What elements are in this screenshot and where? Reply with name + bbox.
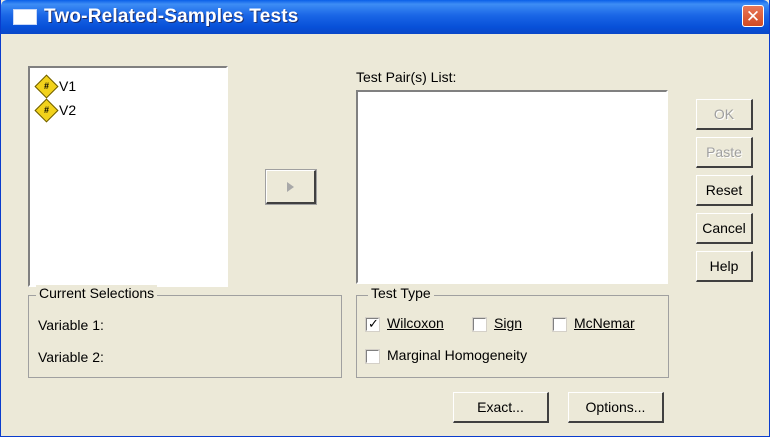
- variable-name: V2: [59, 102, 77, 118]
- paste-button[interactable]: Paste: [696, 137, 753, 168]
- list-item[interactable]: # V2: [34, 97, 77, 123]
- test-type-group: Test Type ✓ Wilcoxon Sign McNemar Margin…: [356, 285, 669, 378]
- marginal-homogeneity-label[interactable]: Marginal Homogeneity: [387, 347, 527, 363]
- mcnemar-label[interactable]: McNemar: [574, 315, 635, 331]
- checkmark-icon: ✓: [368, 316, 379, 331]
- wilcoxon-checkbox[interactable]: ✓: [365, 316, 380, 332]
- arrow-right-icon: [287, 182, 294, 192]
- source-variable-list[interactable]: # V1 # V2: [28, 66, 228, 287]
- window-icon: [13, 9, 37, 25]
- mcnemar-text: McNemar: [574, 315, 635, 331]
- numeric-variable-icon: #: [34, 97, 59, 123]
- test-pair-list-label: Test Pair(s) List:: [356, 69, 457, 85]
- cancel-button[interactable]: Cancel: [696, 213, 753, 244]
- options-button[interactable]: Options...: [568, 392, 664, 423]
- ok-button[interactable]: OK: [696, 99, 753, 130]
- reset-button[interactable]: Reset: [696, 175, 753, 206]
- mcnemar-checkbox[interactable]: [552, 317, 567, 332]
- help-button[interactable]: Help: [696, 251, 753, 282]
- current-selections-group: Current Selections Variable 1: Variable …: [28, 285, 342, 378]
- group-title: Test Type: [368, 285, 434, 301]
- wilcoxon-text: Wilcoxon: [387, 315, 444, 331]
- sign-text: Sign: [494, 315, 523, 331]
- group-title: Current Selections: [36, 285, 158, 301]
- close-button[interactable]: ✕: [742, 5, 764, 27]
- variable-2-label: Variable 2:: [38, 349, 104, 365]
- marginal-homogeneity-checkbox[interactable]: [365, 349, 380, 364]
- exact-button[interactable]: Exact...: [453, 392, 549, 423]
- variable-1-label: Variable 1:: [38, 317, 104, 333]
- dialog-window: Two-Related-Samples Tests ✕ # V1 # V2 Te…: [0, 0, 770, 437]
- wilcoxon-label[interactable]: Wilcoxon: [387, 315, 444, 331]
- title-bar[interactable]: Two-Related-Samples Tests ✕: [1, 0, 769, 34]
- sign-checkbox[interactable]: [472, 317, 487, 332]
- numeric-variable-icon: #: [34, 73, 59, 99]
- test-pair-list[interactable]: [356, 90, 668, 284]
- move-to-list-button[interactable]: [265, 169, 317, 205]
- list-item[interactable]: # V1: [34, 73, 77, 99]
- close-icon: ✕: [745, 7, 761, 26]
- sign-label[interactable]: Sign: [494, 315, 522, 331]
- variable-name: V1: [59, 78, 77, 94]
- window-title: Two-Related-Samples Tests: [44, 6, 299, 27]
